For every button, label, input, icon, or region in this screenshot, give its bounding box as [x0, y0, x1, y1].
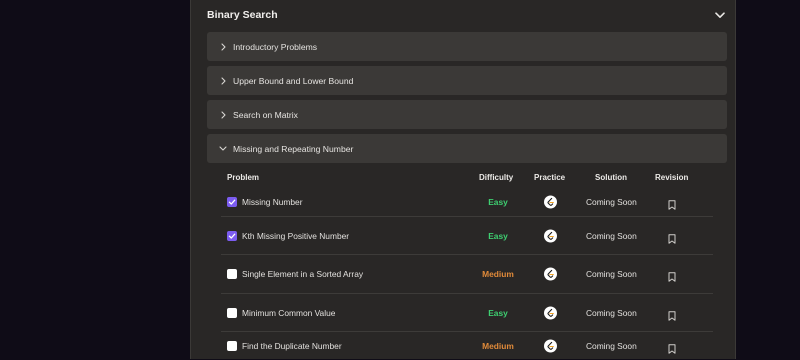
header-practice: Practice	[534, 173, 566, 182]
header-difficulty: Difficulty	[479, 173, 514, 182]
completed-checkbox[interactable]	[227, 307, 237, 318]
chevron-right-icon	[218, 76, 228, 86]
table-row: Missing Number Easy Coming Soon	[221, 188, 713, 217]
chevron-right-icon	[218, 42, 228, 52]
solution-status: Coming Soon	[586, 307, 637, 318]
accordion-introductory-problems[interactable]: Introductory Problems	[207, 32, 727, 61]
section-header-binary-search[interactable]: Binary Search	[207, 4, 727, 26]
leetcode-icon[interactable]	[544, 229, 557, 242]
bookmark-icon[interactable]	[668, 308, 676, 321]
leetcode-icon[interactable]	[544, 306, 557, 319]
solution-status: Coming Soon	[586, 230, 637, 241]
topic-panel: Binary Search Introductory Problems Uppe…	[190, 0, 736, 359]
completed-checkbox[interactable]	[227, 269, 237, 279]
problem-name[interactable]: Minimum Common Value	[242, 308, 335, 318]
chevron-right-icon	[218, 110, 228, 120]
problem-name[interactable]: Kth Missing Positive Number	[242, 231, 349, 241]
difficulty-badge: Medium	[482, 269, 514, 279]
section-title: Binary Search	[207, 9, 278, 21]
accordion-upper-lower-bound[interactable]: Upper Bound and Lower Bound	[207, 66, 727, 95]
problem-name[interactable]: Find the Duplicate Number	[242, 341, 342, 351]
table-row: Single Element in a Sorted Array Medium …	[221, 255, 713, 294]
solution-status: Coming Soon	[586, 197, 637, 207]
table-header: Problem Difficulty Practice Solution Rev…	[221, 168, 713, 188]
leetcode-icon[interactable]	[544, 195, 557, 209]
chevron-down-icon	[218, 144, 228, 154]
difficulty-badge: Easy	[488, 307, 508, 318]
problems-table: Problem Difficulty Practice Solution Rev…	[221, 168, 713, 360]
difficulty-badge: Easy	[488, 230, 508, 241]
accordion-search-on-matrix[interactable]: Search on Matrix	[207, 100, 727, 129]
problem-name[interactable]: Single Element in a Sorted Array	[242, 269, 363, 279]
completed-checkbox[interactable]	[227, 197, 237, 207]
leetcode-icon[interactable]	[544, 339, 557, 353]
bookmark-icon[interactable]	[668, 231, 676, 244]
solution-status: Coming Soon	[586, 269, 637, 279]
problem-name[interactable]: Missing Number	[242, 197, 303, 207]
leetcode-icon[interactable]	[544, 267, 557, 281]
accordion-label: Upper Bound and Lower Bound	[233, 75, 354, 86]
completed-checkbox[interactable]	[227, 341, 237, 351]
table-row: Find the Duplicate Number Medium Coming …	[221, 332, 713, 360]
checkmark-icon	[228, 199, 236, 205]
header-solution: Solution	[595, 173, 627, 182]
header-revision: Revision	[655, 173, 689, 182]
bookmark-icon[interactable]	[668, 197, 676, 210]
difficulty-badge: Medium	[482, 341, 514, 351]
accordion-missing-repeating[interactable]: Missing and Repeating Number	[207, 134, 727, 163]
accordion-label: Introductory Problems	[233, 41, 318, 52]
chevron-down-icon[interactable]	[713, 8, 727, 22]
accordion-label: Missing and Repeating Number	[233, 143, 354, 154]
bookmark-icon[interactable]	[668, 269, 676, 282]
difficulty-badge: Easy	[488, 197, 508, 207]
accordion-label: Search on Matrix	[233, 109, 298, 120]
completed-checkbox[interactable]	[227, 230, 237, 241]
bookmark-icon[interactable]	[668, 341, 676, 354]
table-row: Minimum Common Value Easy Coming Soon	[221, 294, 713, 332]
header-problem: Problem	[227, 173, 260, 182]
solution-status: Coming Soon	[586, 341, 637, 351]
table-row: Kth Missing Positive Number Easy Coming …	[221, 217, 713, 255]
checkmark-icon	[228, 233, 236, 239]
